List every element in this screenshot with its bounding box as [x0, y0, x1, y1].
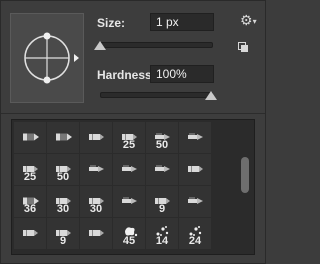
brush-tip-icon	[56, 192, 71, 204]
hardness-slider-thumb[interactable]	[205, 91, 217, 100]
brush-tip-icon	[155, 128, 170, 140]
brush-tip-icon	[56, 224, 71, 236]
brush-preset-item[interactable]: 50	[146, 122, 178, 153]
brush-preset-item[interactable]	[179, 186, 211, 217]
brush-tip-icon	[23, 192, 39, 205]
brush-tip-icon	[89, 160, 104, 172]
brush-preset-item[interactable]: 50	[47, 154, 79, 185]
brush-preset-list: 25 50 25 50 36 30 30 9 9 45 14 24	[11, 119, 255, 255]
brush-tip-icon	[155, 192, 170, 204]
scrollbar[interactable]	[240, 123, 250, 251]
new-preset-icon[interactable]	[238, 42, 248, 52]
brush-tip-icon	[122, 160, 137, 172]
brush-tip-icon	[188, 160, 203, 172]
brush-preset-item[interactable]: 30	[80, 186, 112, 217]
brush-tip-icon	[23, 224, 38, 236]
hardness-label: Hardness:	[97, 68, 156, 82]
brush-tip-icon	[89, 128, 104, 140]
brush-tip-icon	[155, 160, 170, 172]
brush-preset-item[interactable]	[80, 154, 112, 185]
brush-tip-icon	[89, 224, 104, 236]
scrollbar-thumb[interactable]	[241, 157, 249, 193]
brush-preset-item[interactable]: 24	[179, 218, 211, 249]
brush-preset-item[interactable]	[179, 122, 211, 153]
brush-preset-item[interactable]: 30	[47, 186, 79, 217]
brush-angle-roundness-icon[interactable]	[11, 14, 83, 102]
divider	[1, 113, 265, 114]
brush-preset-picker: Size: 1 px Hardness: 100% ⚙▾ 25 50 25 50 36 3…	[0, 0, 266, 264]
brush-tip-icon	[122, 224, 138, 237]
brush-tip-icon	[56, 128, 72, 141]
brush-tip-icon	[56, 160, 71, 172]
brush-preset-item[interactable]: 25	[14, 154, 46, 185]
brush-preset-item[interactable]	[113, 154, 145, 185]
brush-preset-item[interactable]	[47, 122, 79, 153]
gear-icon[interactable]: ⚙▾	[240, 12, 257, 29]
brush-tip-icon	[23, 160, 38, 172]
brush-preset-grid: 25 50 25 50 36 30 30 9 9 45 14 24	[14, 122, 211, 249]
brush-preset-item[interactable]: 36	[14, 186, 46, 217]
brush-preset-item[interactable]	[113, 186, 145, 217]
size-label: Size:	[97, 16, 126, 30]
brush-tip-icon	[122, 128, 137, 140]
brush-preset-item[interactable]: 45	[113, 218, 145, 249]
brush-preset-item[interactable]	[14, 218, 46, 249]
brush-tip-icon	[89, 192, 104, 204]
hardness-field[interactable]: 100%	[150, 65, 214, 83]
brush-preset-item[interactable]	[80, 122, 112, 153]
brush-tip-icon	[122, 192, 137, 204]
brush-tip-icon	[155, 224, 169, 236]
brush-preset-item[interactable]: 14	[146, 218, 178, 249]
size-slider-thumb[interactable]	[94, 41, 106, 50]
brush-tip-icon	[23, 128, 39, 141]
hardness-slider-track[interactable]	[100, 92, 213, 98]
brush-preset-item[interactable]	[14, 122, 46, 153]
size-field[interactable]: 1 px	[150, 13, 214, 31]
brush-angle-preview[interactable]	[10, 13, 84, 103]
brush-preset-item[interactable]: 9	[146, 186, 178, 217]
brush-preset-item[interactable]	[179, 154, 211, 185]
brush-preset-item[interactable]	[80, 218, 112, 249]
brush-tip-icon	[188, 224, 202, 236]
size-slider-track[interactable]	[100, 42, 213, 48]
brush-preset-item[interactable]: 25	[113, 122, 145, 153]
brush-preset-item[interactable]: 9	[47, 218, 79, 249]
brush-tip-icon	[188, 192, 203, 204]
brush-tip-icon	[188, 128, 203, 140]
brush-preset-item[interactable]	[146, 154, 178, 185]
